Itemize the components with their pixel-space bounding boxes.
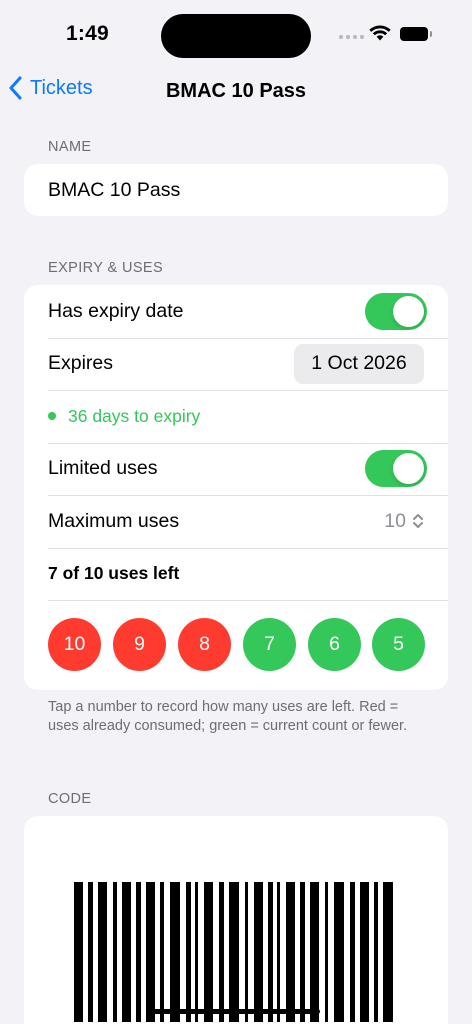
expires-row: Expires 1 Oct 2026 [24,337,448,391]
wifi-icon [369,25,391,41]
uses-left-row: 7 of 10 uses left [24,547,448,601]
barcode-bar [113,882,117,1022]
expires-label: Expires [48,352,114,375]
barcode-bar [170,882,180,1022]
barcode-bar [146,882,155,1022]
barcode-bar [374,882,378,1022]
limited-uses-row: Limited uses [24,442,448,496]
maximum-uses-picker[interactable]: 10 [384,510,424,533]
expiry-card: Has expiry date Expires 1 Oct 2026 36 da… [24,285,448,690]
barcode-bar [254,882,263,1022]
barcode-bar [98,882,107,1022]
barcode-bar [186,882,191,1022]
use-circle-8[interactable]: 8 [178,618,231,671]
page-title: BMAC 10 Pass [165,80,307,102]
barcode-bar [360,882,369,1022]
status-bar: 1:49 [0,0,472,72]
barcode-bar [277,882,280,1022]
status-dot-icon [48,412,56,421]
barcode-bar [195,882,198,1022]
status-time: 1:49 [66,22,109,45]
barcode-bar [350,882,355,1022]
toggle-knob [393,453,424,485]
uses-left-text: 7 of 10 uses left [48,563,180,584]
maximum-uses-value: 10 [384,509,406,532]
use-circle-6[interactable]: 6 [308,618,361,671]
has-expiry-row: Has expiry date [24,285,448,338]
uses-footnote: Tap a number to record how many uses are… [48,699,408,734]
expiry-date-picker[interactable]: 1 Oct 2026 [294,343,424,384]
limited-uses-label: Limited uses [48,457,158,480]
cellular-signal-icon [339,35,364,39]
barcode-bar [286,882,295,1022]
barcode-bar [219,882,224,1022]
name-card: BMAC 10 Pass [24,164,448,216]
barcode-bar [160,882,164,1022]
limited-uses-toggle[interactable] [365,450,427,488]
navigation-bar: Tickets BMAC 10 Pass [0,72,472,112]
uses-selector: 10 9 8 7 6 5 [24,600,448,688]
use-circle-10[interactable]: 10 [48,618,101,671]
expiry-section-header: EXPIRY & USES [48,260,164,276]
barcode-bar [229,882,239,1022]
dynamic-island [161,14,311,58]
barcode-bar [310,882,319,1022]
maximum-uses-row: Maximum uses 10 [24,495,448,548]
has-expiry-toggle[interactable] [365,292,427,330]
barcode-bar [88,882,93,1022]
use-circle-5[interactable]: 5 [372,618,425,671]
name-section-header: NAME [48,139,92,155]
toggle-knob [393,295,424,327]
name-field-value: BMAC 10 Pass [48,178,181,201]
barcode-bar [325,882,328,1022]
battery-icon [400,27,432,41]
barcode-bar [122,882,131,1022]
barcode-bar [334,882,344,1022]
barcode-bar [268,882,273,1022]
has-expiry-label: Has expiry date [48,299,184,322]
home-indicator [153,1009,320,1014]
use-circle-9[interactable]: 9 [113,618,166,671]
expiry-status-row: 36 days to expiry [24,390,448,443]
name-field[interactable]: BMAC 10 Pass [24,164,448,216]
barcode-bar [74,882,83,1022]
chevron-up-down-icon [413,514,423,529]
barcode-bar [245,882,248,1022]
barcode-bar [383,882,393,1022]
maximum-uses-label: Maximum uses [48,509,180,532]
expiry-status-text: 36 days to expiry [68,405,201,426]
code-section-header: CODE [48,791,92,807]
code-card [24,816,448,1024]
barcode-image [74,882,393,1022]
use-circle-7[interactable]: 7 [243,618,296,671]
barcode-bar [300,882,305,1022]
barcode-bar [204,882,213,1022]
barcode-bar [136,882,141,1022]
